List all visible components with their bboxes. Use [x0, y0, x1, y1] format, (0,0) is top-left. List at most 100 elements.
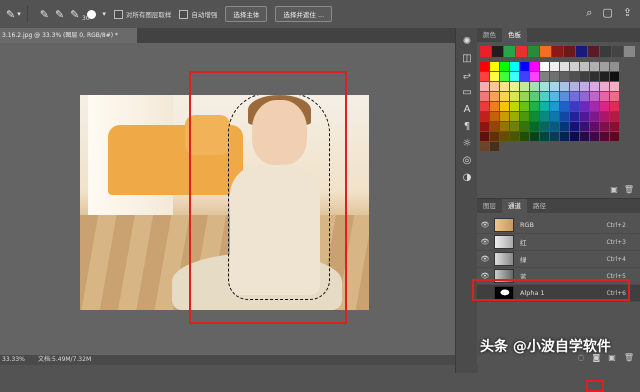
swatch[interactable]: [480, 72, 489, 81]
swatch[interactable]: [490, 92, 499, 101]
swatch[interactable]: [490, 62, 499, 71]
swatch[interactable]: [564, 46, 575, 57]
delete-swatch-icon[interactable]: 🗑: [624, 185, 634, 194]
paragraph-icon[interactable]: ¶: [464, 121, 470, 132]
swatch[interactable]: [600, 102, 609, 111]
swatch[interactable]: [550, 92, 559, 101]
swatch[interactable]: [510, 102, 519, 111]
delete-channel-icon[interactable]: 🗑: [624, 353, 634, 362]
tab-swatches[interactable]: 色板: [502, 28, 527, 42]
workspace-icon[interactable]: ▢: [602, 6, 612, 20]
swatch[interactable]: [530, 62, 539, 71]
swatch[interactable]: [612, 46, 623, 57]
swatch[interactable]: [590, 62, 599, 71]
swatch[interactable]: [540, 46, 551, 57]
swatch[interactable]: [520, 102, 529, 111]
actions-icon[interactable]: ▭: [462, 87, 471, 98]
swatch[interactable]: [570, 62, 579, 71]
swatch[interactable]: [500, 122, 509, 131]
swatch[interactable]: [510, 122, 519, 131]
swatch[interactable]: [550, 62, 559, 71]
swatch[interactable]: [540, 122, 549, 131]
swatch[interactable]: [480, 142, 489, 151]
swatch[interactable]: [580, 82, 589, 91]
swatch[interactable]: [490, 72, 499, 81]
swatch[interactable]: [480, 92, 489, 101]
swatch[interactable]: [490, 102, 499, 111]
swatch[interactable]: [520, 72, 529, 81]
swatch[interactable]: [560, 62, 569, 71]
sample-all-layers-checkbox[interactable]: 对所有图层取样: [113, 9, 171, 19]
swatch[interactable]: [590, 72, 599, 81]
swatch[interactable]: [570, 92, 579, 101]
swatch[interactable]: [480, 82, 489, 91]
swatch[interactable]: [590, 112, 599, 121]
history-icon[interactable]: ⥂: [463, 70, 471, 81]
swatch[interactable]: [580, 132, 589, 141]
swatch[interactable]: [590, 102, 599, 111]
add-to-selection-brush-icon[interactable]: ✎: [55, 8, 64, 21]
subtract-from-selection-brush-icon[interactable]: ✎: [70, 8, 79, 21]
swatch[interactable]: [530, 92, 539, 101]
swatch[interactable]: [580, 122, 589, 131]
swatch[interactable]: [540, 92, 549, 101]
properties-icon[interactable]: ✺: [463, 36, 471, 47]
swatch[interactable]: [492, 46, 503, 57]
brush-dropdown-icon[interactable]: ▾: [102, 10, 106, 18]
3d-icon[interactable]: ◎: [463, 155, 472, 166]
swatch[interactable]: [600, 82, 609, 91]
tab-layers[interactable]: 图层: [477, 199, 502, 213]
swatch[interactable]: [560, 82, 569, 91]
swatch[interactable]: [550, 72, 559, 81]
channel-row-green[interactable]: 👁 绿 Ctrl+4: [477, 251, 640, 268]
channel-row-rgb[interactable]: 👁 RGB Ctrl+2: [477, 217, 640, 234]
swatch[interactable]: [500, 62, 509, 71]
new-swatch-icon[interactable]: ▣: [610, 185, 618, 194]
swatch[interactable]: [570, 102, 579, 111]
swatch[interactable]: [520, 112, 529, 121]
checkbox-box[interactable]: [113, 9, 123, 19]
swatch[interactable]: [600, 72, 609, 81]
swatch[interactable]: [610, 102, 619, 111]
swatch[interactable]: [510, 132, 519, 141]
swatch[interactable]: [570, 82, 579, 91]
swatch[interactable]: [624, 46, 635, 57]
search-icon[interactable]: ⌕: [586, 6, 592, 20]
swatch[interactable]: [560, 132, 569, 141]
share-icon[interactable]: ⇪: [623, 6, 632, 20]
swatch[interactable]: [576, 46, 587, 57]
swatch[interactable]: [600, 92, 609, 101]
swatch[interactable]: [610, 72, 619, 81]
swatch[interactable]: [490, 142, 499, 151]
swatch[interactable]: [570, 122, 579, 131]
swatch[interactable]: [480, 122, 489, 131]
swatch[interactable]: [570, 72, 579, 81]
swatch[interactable]: [510, 82, 519, 91]
tab-color[interactable]: 颜色: [477, 28, 502, 42]
swatch[interactable]: [520, 62, 529, 71]
swatch[interactable]: [540, 112, 549, 121]
swatch[interactable]: [500, 92, 509, 101]
swatch[interactable]: [610, 62, 619, 71]
swatch[interactable]: [570, 132, 579, 141]
swatch[interactable]: [540, 102, 549, 111]
swatch[interactable]: [560, 72, 569, 81]
swatch[interactable]: [540, 62, 549, 71]
swatch[interactable]: [510, 92, 519, 101]
swatch[interactable]: [600, 46, 611, 57]
swatch[interactable]: [560, 112, 569, 121]
swatch[interactable]: [550, 82, 559, 91]
swatch[interactable]: [490, 122, 499, 131]
swatch[interactable]: [610, 92, 619, 101]
swatch[interactable]: [550, 112, 559, 121]
swatch[interactable]: [530, 82, 539, 91]
swatch[interactable]: [590, 92, 599, 101]
swatch[interactable]: [500, 132, 509, 141]
tab-channels[interactable]: 通道: [502, 199, 527, 213]
swatch[interactable]: [610, 122, 619, 131]
swatch[interactable]: [530, 112, 539, 121]
swatch[interactable]: [510, 112, 519, 121]
swatch[interactable]: [580, 92, 589, 101]
swatch[interactable]: [550, 102, 559, 111]
document-tab[interactable]: 3.16.2.jpg @ 33.3% (图层 0, RGB/8#) *: [0, 28, 137, 43]
